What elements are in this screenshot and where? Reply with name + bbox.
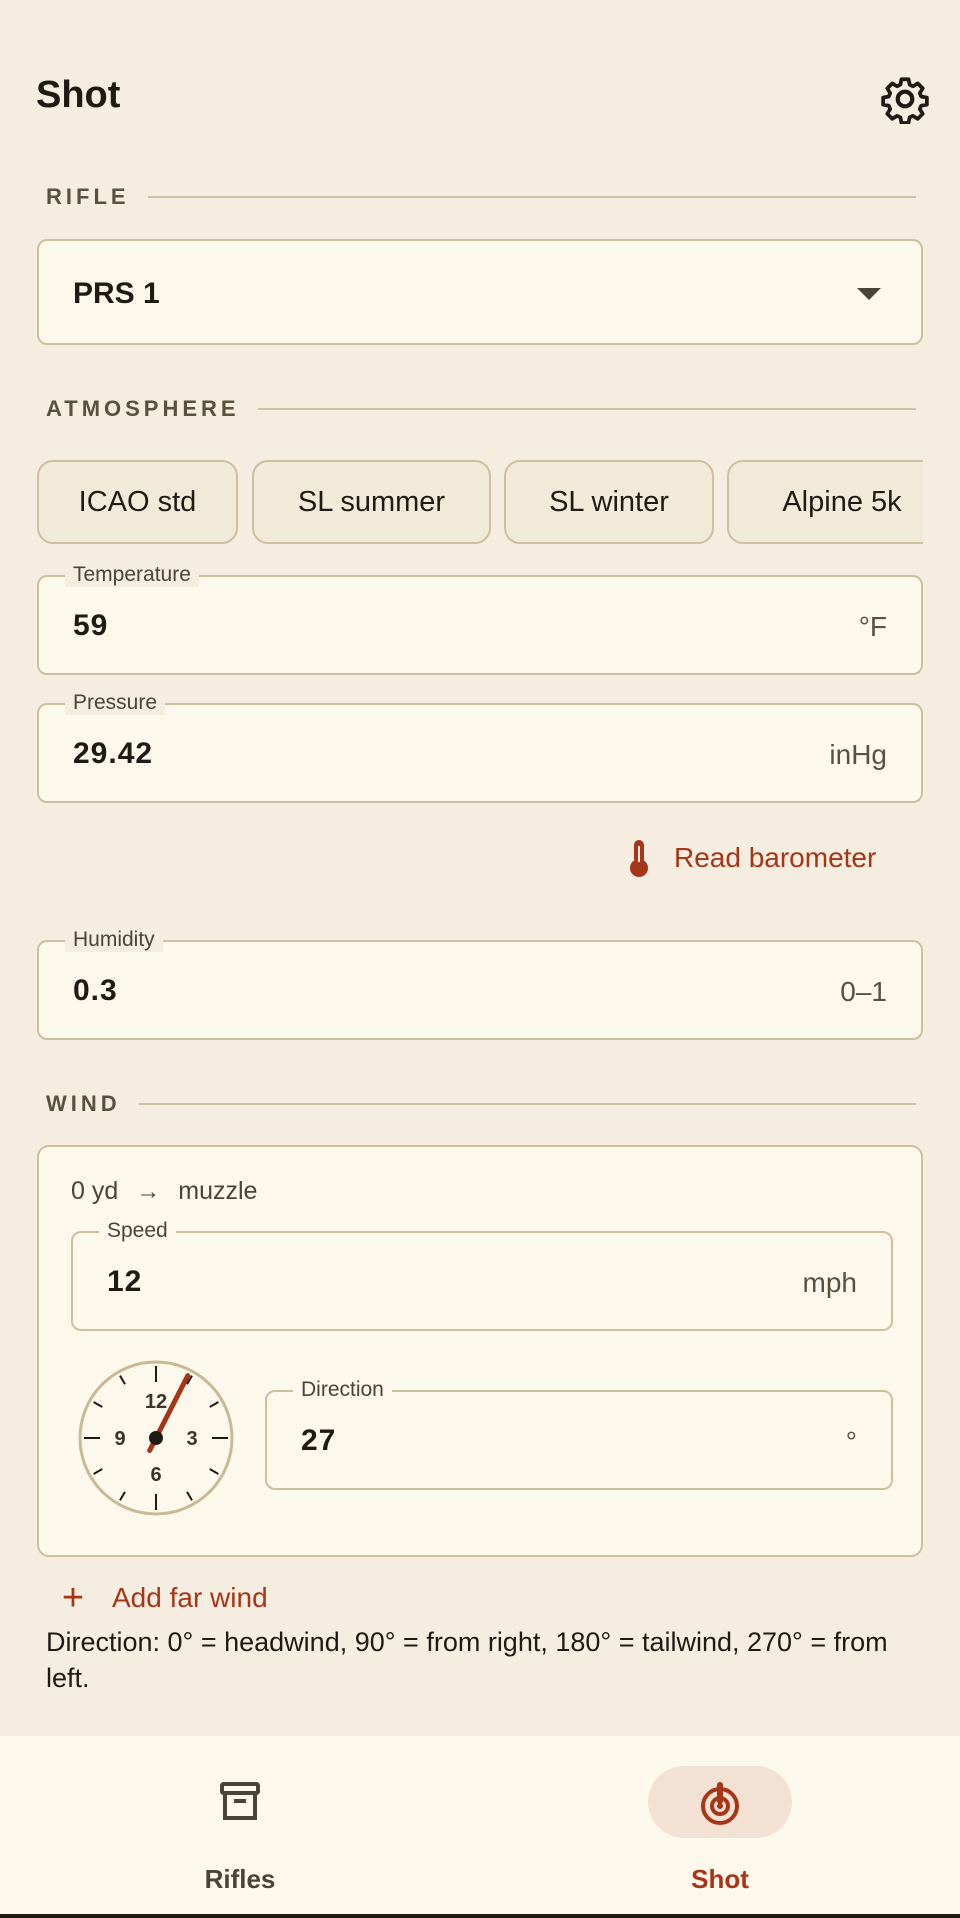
rifle-section-header: RIFLE bbox=[46, 182, 916, 212]
dial-label-6: 6 bbox=[150, 1464, 161, 1486]
archive-box-icon bbox=[220, 1782, 260, 1820]
wind-section-label: WIND bbox=[46, 1091, 121, 1116]
wind-section-header: WIND bbox=[46, 1089, 916, 1119]
section-divider bbox=[257, 408, 916, 410]
temperature-field[interactable]: Temperature 59 °F bbox=[37, 563, 923, 675]
wind-range-from: 0 yd bbox=[71, 1177, 119, 1205]
wind-speed-unit: mph bbox=[802, 1267, 857, 1298]
nav-label-shot: Shot bbox=[691, 1864, 749, 1894]
dial-label-12: 12 bbox=[145, 1391, 167, 1413]
bottom-navigation: Rifles Shot bbox=[0, 1736, 960, 1918]
humidity-value: 0.3 bbox=[73, 974, 118, 1007]
app-bar: Shot bbox=[0, 0, 960, 190]
page-title: Shot bbox=[36, 74, 121, 116]
dial-label-3: 3 bbox=[186, 1428, 197, 1450]
wind-range: 0 yd → muzzle bbox=[71, 1177, 257, 1206]
arrow-right-icon: → bbox=[136, 1177, 161, 1205]
wind-direction-unit: ° bbox=[845, 1426, 857, 1457]
atmosphere-section-header: ATMOSPHERE bbox=[46, 394, 916, 424]
chevron-down-icon bbox=[857, 288, 881, 300]
preset-chip-alpine-5k[interactable]: Alpine 5k bbox=[727, 460, 923, 544]
humidity-unit: 0–1 bbox=[840, 976, 887, 1007]
temperature-value: 59 bbox=[73, 609, 109, 642]
temperature-unit: °F bbox=[858, 611, 887, 642]
dial-label-9: 9 bbox=[114, 1428, 125, 1450]
add-far-wind-label: Add far wind bbox=[112, 1582, 268, 1613]
atmosphere-section-label: ATMOSPHERE bbox=[46, 396, 240, 421]
atmosphere-preset-chips: ICAO std SL summer SL winter Alpine 5k bbox=[37, 460, 923, 546]
wind-direction-label: Direction bbox=[293, 1378, 392, 1402]
system-bar-line bbox=[0, 1914, 960, 1918]
plus-icon: + bbox=[61, 1577, 85, 1619]
section-divider bbox=[147, 196, 916, 198]
wind-direction-value: 27 bbox=[301, 1424, 337, 1457]
rifle-select-value: PRS 1 bbox=[73, 277, 160, 310]
wind-speed-field[interactable]: Speed 12 mph bbox=[71, 1219, 893, 1331]
wind-speed-label: Speed bbox=[99, 1219, 176, 1243]
pressure-label: Pressure bbox=[65, 691, 166, 715]
pressure-unit: inHg bbox=[829, 739, 887, 770]
add-far-wind-button[interactable]: + Add far wind bbox=[58, 1578, 268, 1618]
read-barometer-label: Read barometer bbox=[674, 842, 877, 873]
humidity-label: Humidity bbox=[65, 928, 163, 952]
wind-card: 0 yd → muzzle Speed 12 mph 12 3 6 9 Dire… bbox=[37, 1145, 923, 1557]
wind-range-to: muzzle bbox=[178, 1177, 258, 1205]
nav-item-rifles[interactable]: Rifles bbox=[0, 1736, 480, 1918]
pressure-value: 29.42 bbox=[73, 737, 154, 770]
wind-direction-hint: Direction: 0° = headwind, 90° = from rig… bbox=[46, 1627, 888, 1693]
preset-chip-sl-summer[interactable]: SL summer bbox=[252, 460, 491, 544]
rifle-select[interactable]: PRS 1 bbox=[37, 239, 923, 345]
wind-direction-field[interactable]: Direction 27 ° bbox=[265, 1378, 893, 1490]
temperature-label: Temperature bbox=[65, 563, 199, 587]
thermometer-icon bbox=[630, 840, 648, 877]
wind-clock-dial[interactable]: 12 3 6 9 bbox=[77, 1359, 235, 1517]
humidity-field[interactable]: Humidity 0.3 0–1 bbox=[37, 928, 923, 1040]
rifle-section-label: RIFLE bbox=[46, 184, 130, 209]
preset-chip-icao-std[interactable]: ICAO std bbox=[37, 460, 238, 544]
dial-center bbox=[149, 1431, 163, 1445]
nav-item-shot[interactable]: Shot bbox=[480, 1736, 960, 1918]
wind-speed-value: 12 bbox=[107, 1265, 143, 1298]
gear-icon[interactable] bbox=[880, 74, 930, 124]
target-icon bbox=[701, 1782, 739, 1825]
nav-label-rifles: Rifles bbox=[204, 1864, 276, 1894]
read-barometer-button[interactable]: Read barometer bbox=[626, 838, 876, 878]
preset-chip-sl-winter[interactable]: SL winter bbox=[504, 460, 714, 544]
pressure-field[interactable]: Pressure 29.42 inHg bbox=[37, 691, 923, 803]
section-divider bbox=[138, 1103, 916, 1105]
